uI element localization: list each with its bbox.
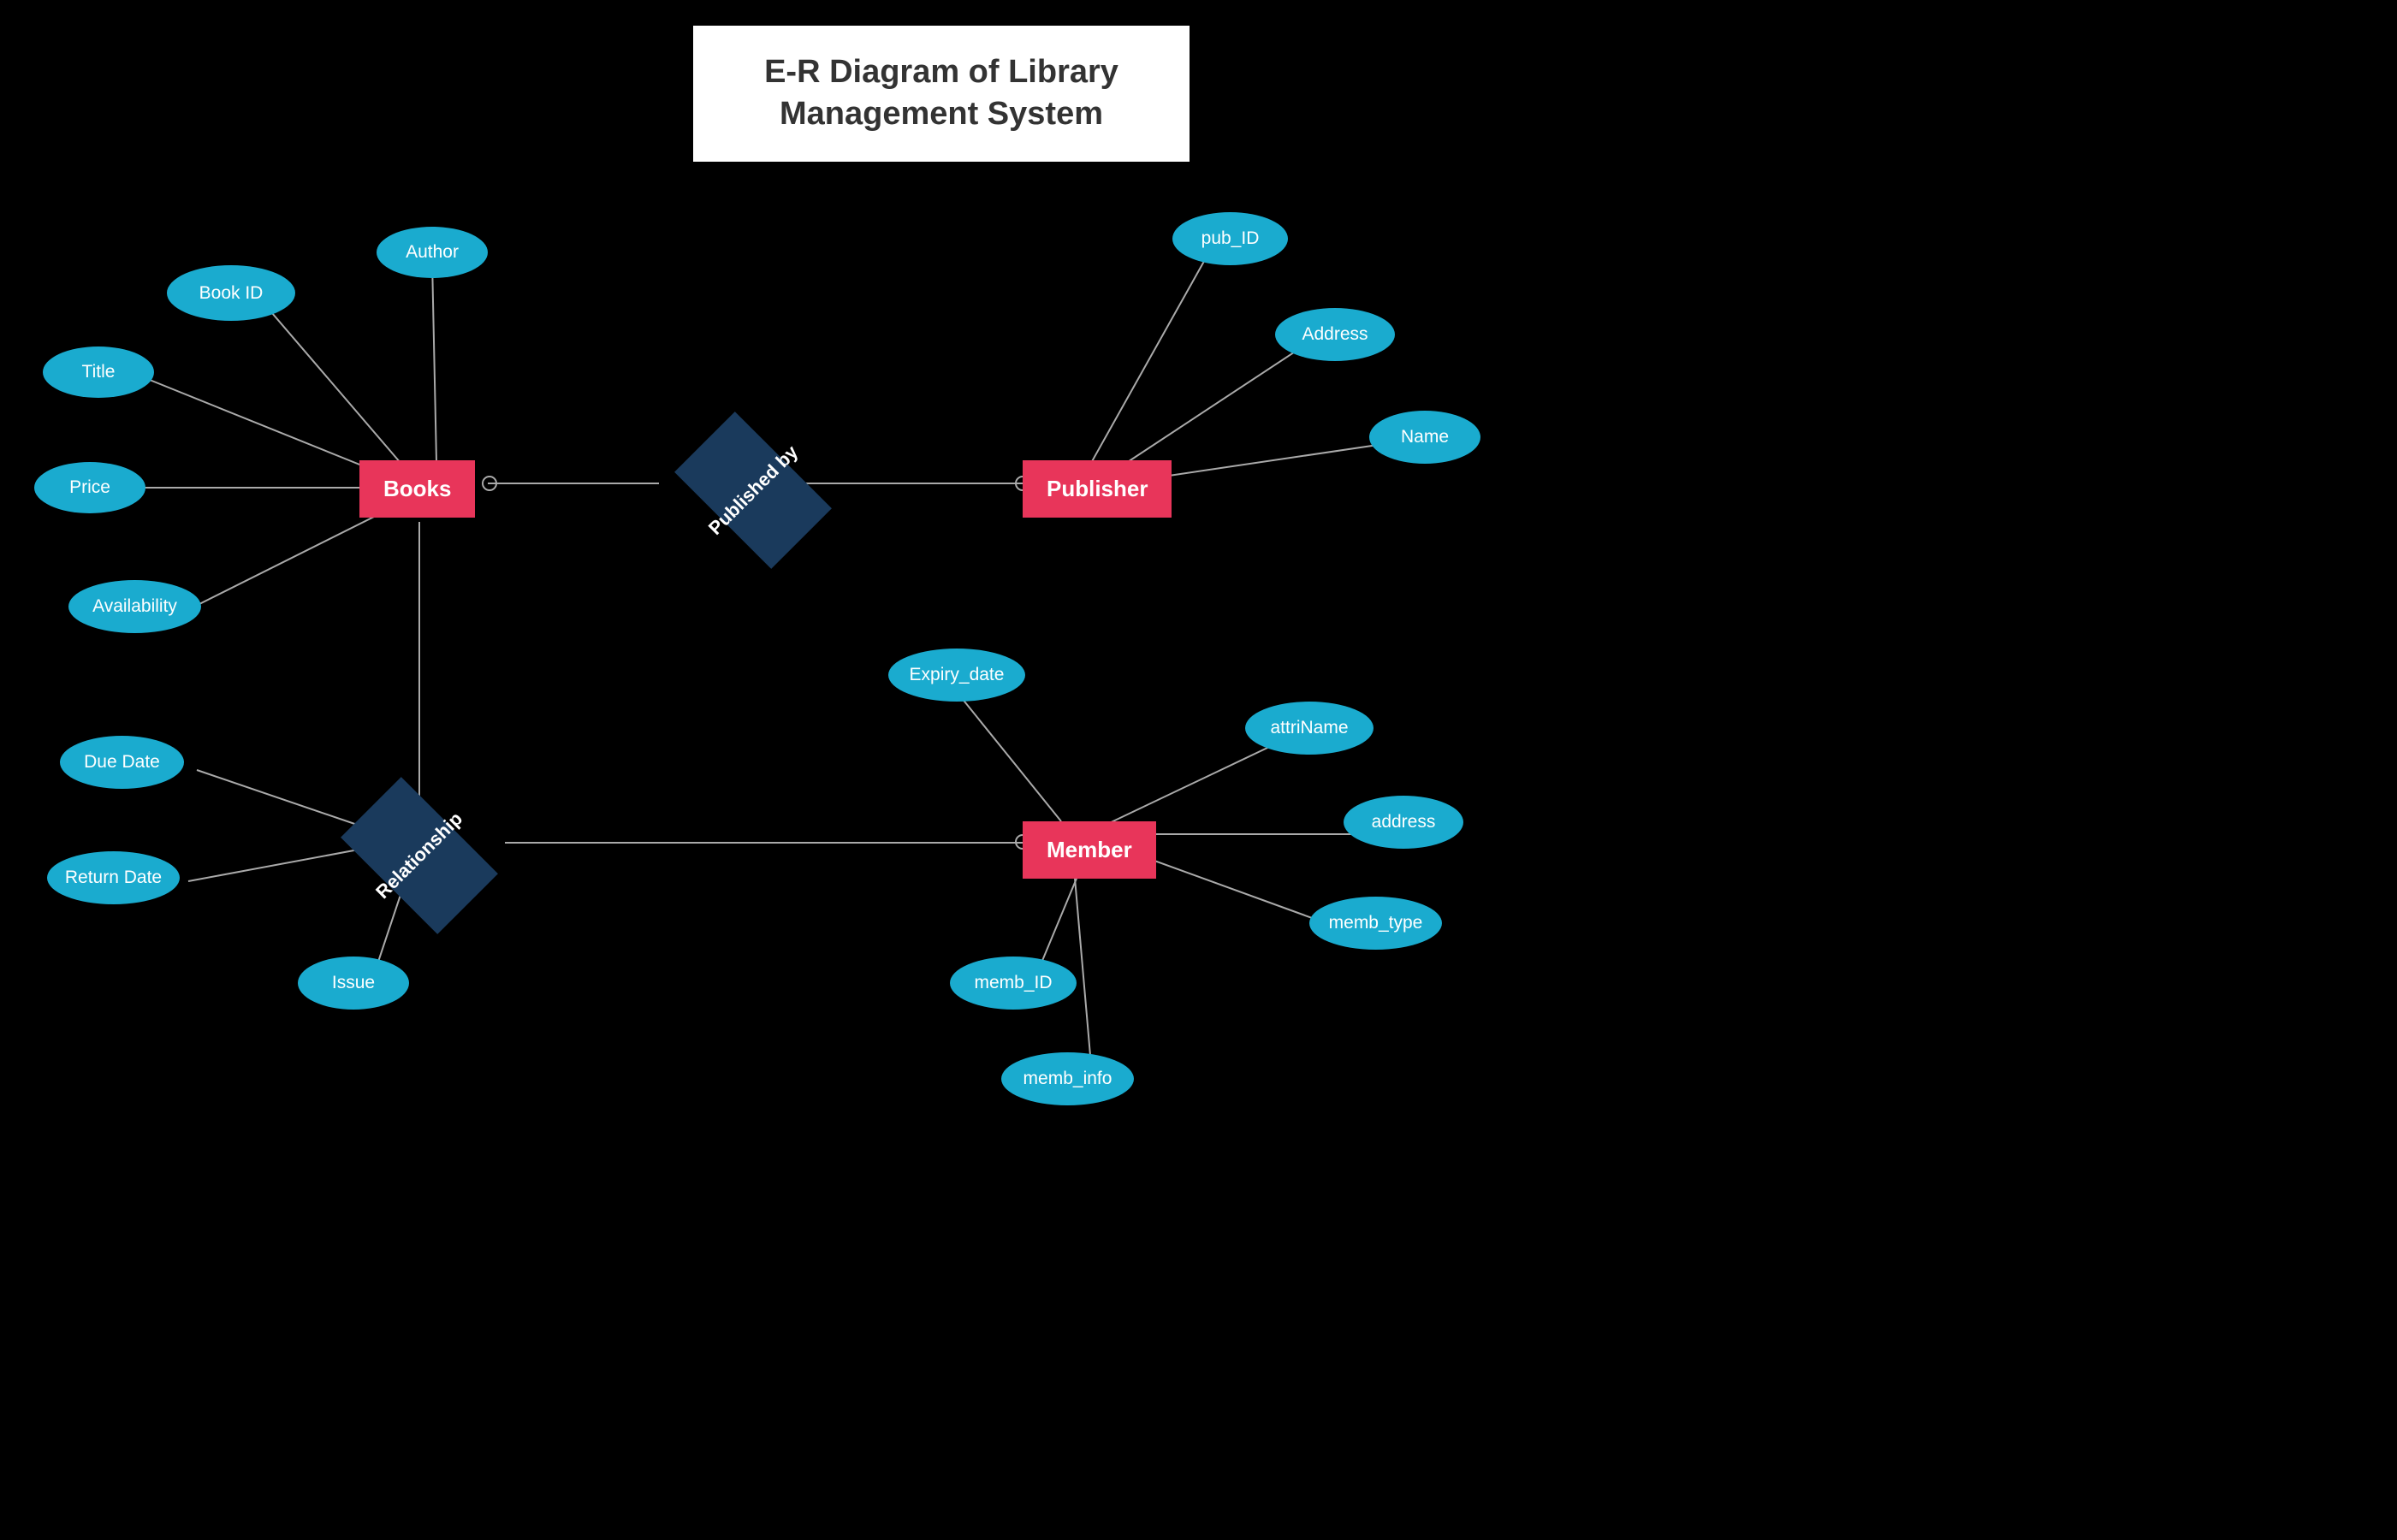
due-date-attribute[interactable]: Due Date: [60, 736, 184, 789]
price-attribute[interactable]: Price: [34, 462, 145, 513]
relationship-diamond-wrapper[interactable]: Relationship: [325, 804, 513, 907]
diagram-title-box: E-R Diagram of Library Management System: [693, 26, 1190, 162]
return-date-attribute[interactable]: Return Date: [47, 851, 180, 904]
memb-id-attribute[interactable]: memb_ID: [950, 957, 1077, 1010]
name-attribute[interactable]: Name: [1369, 411, 1480, 464]
books-entity[interactable]: Books: [359, 460, 475, 518]
pub-id-attribute[interactable]: pub_ID: [1172, 212, 1288, 265]
attriname-attribute[interactable]: attriName: [1245, 702, 1374, 755]
title-attribute[interactable]: Title: [43, 346, 154, 398]
availability-attribute[interactable]: Availability: [68, 580, 201, 633]
memb-type-attribute[interactable]: memb_type: [1309, 897, 1442, 950]
member-address-attribute[interactable]: address: [1344, 796, 1463, 849]
member-entity[interactable]: Member: [1023, 821, 1156, 879]
issue-attribute[interactable]: Issue: [298, 957, 409, 1010]
expiry-date-attribute[interactable]: Expiry_date: [888, 649, 1025, 702]
book-id-attribute[interactable]: Book ID: [167, 265, 295, 321]
diagram-title: E-R Diagram of Library Management System: [745, 51, 1138, 136]
publisher-address-attribute[interactable]: Address: [1275, 308, 1395, 361]
memb-info-attribute[interactable]: memb_info: [1001, 1052, 1134, 1105]
publisher-entity[interactable]: Publisher: [1023, 460, 1172, 518]
author-attribute[interactable]: Author: [377, 227, 488, 278]
published-by-diamond-wrapper[interactable]: Published by: [667, 443, 839, 537]
